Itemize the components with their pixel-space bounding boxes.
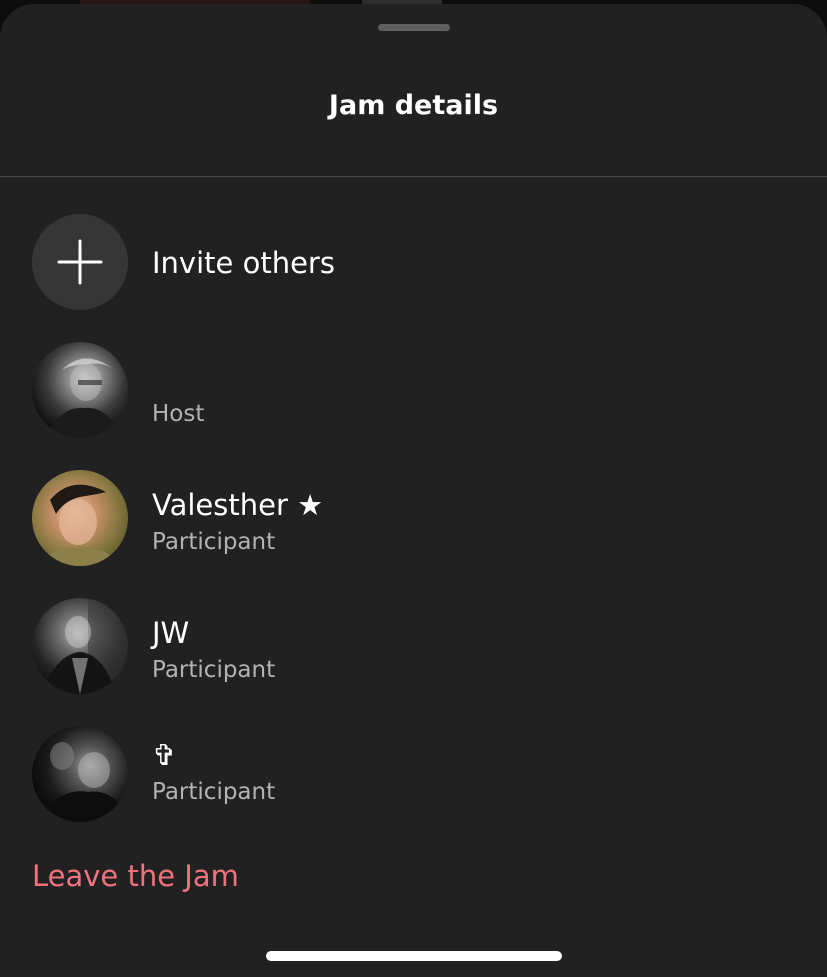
- avatar-photo: [32, 742, 128, 822]
- plus-icon: [57, 239, 103, 285]
- avatar: [32, 598, 128, 694]
- participant-role: Participant: [152, 529, 276, 555]
- header-divider: [0, 176, 827, 177]
- home-indicator[interactable]: [266, 951, 562, 961]
- participant-name: ✞: [152, 738, 177, 772]
- participant-row[interactable]: ✞ Participant: [0, 721, 827, 822]
- participant-row-host[interactable]: Host: [0, 337, 827, 438]
- participant-role: Participant: [152, 779, 276, 805]
- participant-role: Host: [152, 401, 205, 427]
- participant-name: JW: [152, 616, 190, 650]
- participant-row[interactable]: JW Participant: [0, 593, 827, 694]
- participant-row[interactable]: Valesther ★ Participant: [0, 465, 827, 566]
- leave-jam-button[interactable]: Leave the Jam: [32, 857, 239, 895]
- avatar-photo: [38, 484, 124, 566]
- avatar-photo: [46, 358, 120, 438]
- avatar-photo: [42, 598, 128, 694]
- participant-role: Participant: [152, 657, 276, 683]
- participant-name: Valesther ★: [152, 488, 324, 522]
- invite-others-button[interactable]: Invite others: [0, 209, 827, 310]
- avatar: [32, 726, 128, 822]
- avatar: [32, 470, 128, 566]
- avatar: [32, 342, 128, 438]
- invite-icon-circle: [32, 214, 128, 310]
- invite-others-label: Invite others: [152, 246, 335, 280]
- sheet-title: Jam details: [328, 90, 499, 121]
- sheet-drag-handle[interactable]: [378, 24, 450, 31]
- jam-details-sheet: Jam details Invite others Host Valesther…: [0, 4, 827, 977]
